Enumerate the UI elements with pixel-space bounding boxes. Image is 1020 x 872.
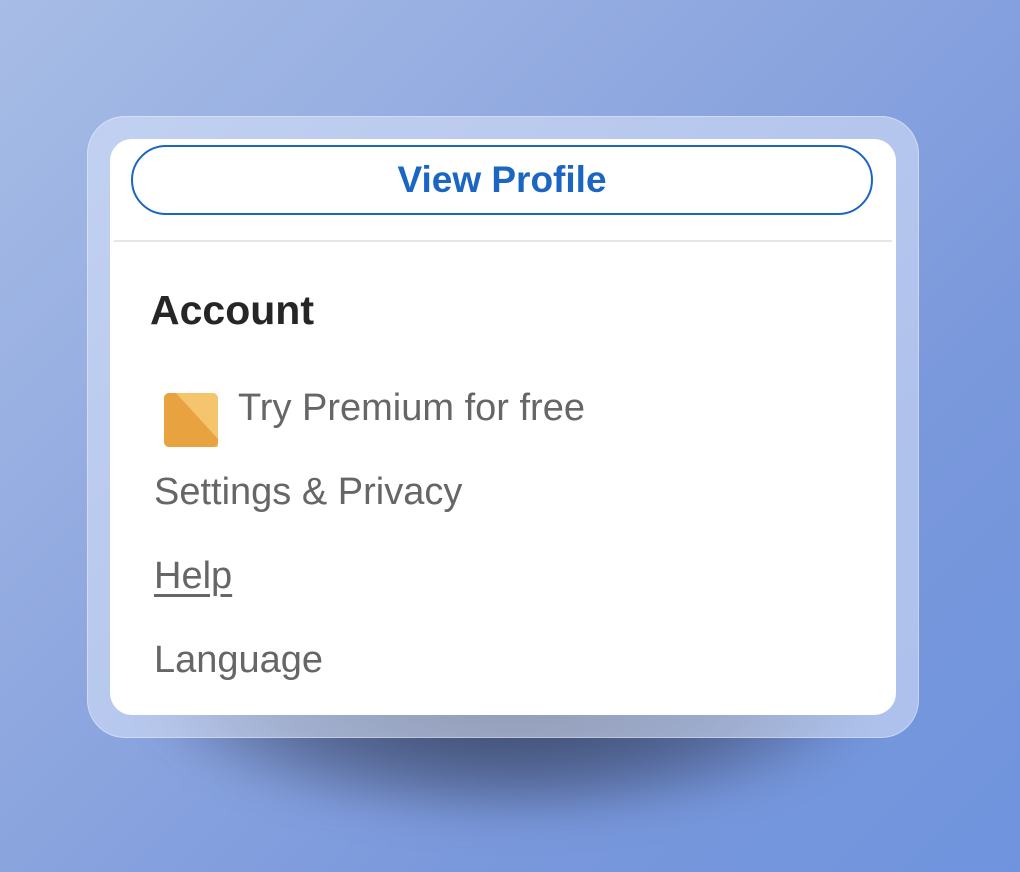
language-link[interactable]: Language: [154, 638, 323, 682]
view-profile-button[interactable]: View Profile: [131, 145, 873, 215]
settings-privacy-link[interactable]: Settings & Privacy: [154, 470, 462, 514]
try-premium-label: Try Premium for free: [238, 387, 585, 429]
account-section-title: Account: [150, 287, 314, 333]
premium-icon: [164, 393, 218, 447]
menu-divider: [114, 240, 892, 242]
try-premium-link[interactable]: Try Premium for free: [164, 373, 585, 447]
help-link[interactable]: Help: [154, 554, 232, 598]
profile-dropdown-menu: View Profile Account Try Premium for fre…: [110, 139, 896, 715]
view-profile-label: View Profile: [397, 159, 607, 200]
